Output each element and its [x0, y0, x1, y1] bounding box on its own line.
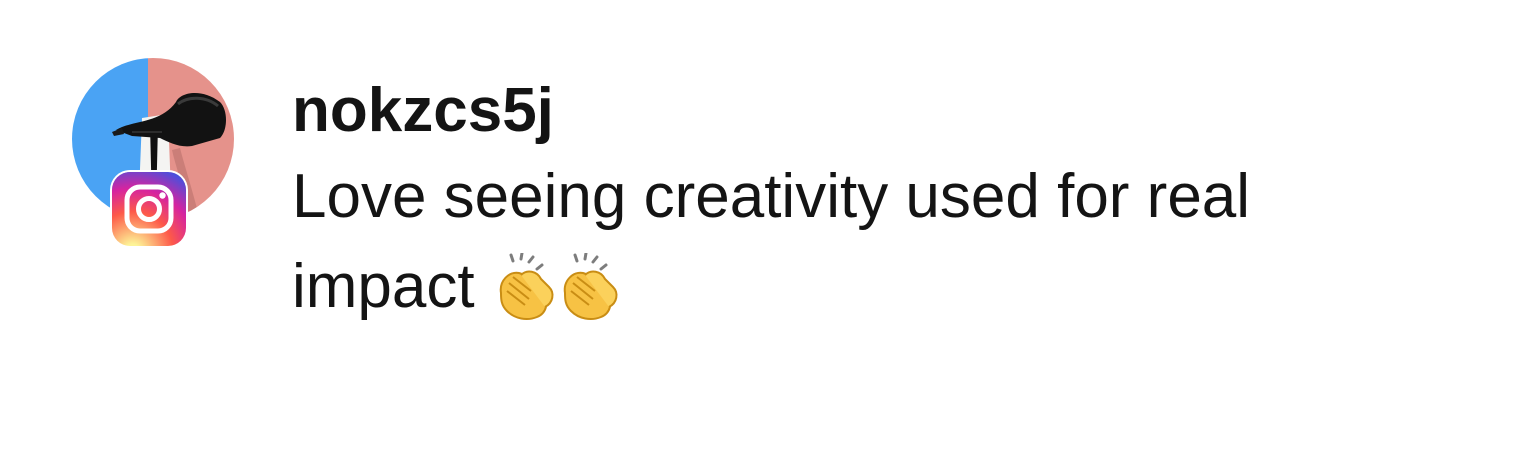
clapping-hands-icon	[491, 253, 559, 323]
comment-content: nokzcs5j Love seeing creativity used for…	[292, 74, 1492, 332]
comment-text-line-1: Love seeing creativity used for real	[292, 162, 1251, 231]
avatar[interactable]	[72, 58, 234, 246]
comment: nokzcs5j Love seeing creativity used for…	[0, 0, 1539, 449]
username[interactable]: nokzcs5j	[292, 74, 1492, 148]
comment-text-line-2: impact	[292, 252, 475, 321]
instagram-icon	[112, 172, 186, 246]
comment-text: Love seeing creativity used for real imp…	[292, 152, 1472, 332]
clapping-hands-icon	[555, 253, 623, 323]
comment-text-line-2-wrap: impact	[292, 242, 1472, 332]
emoji-group	[491, 253, 619, 323]
